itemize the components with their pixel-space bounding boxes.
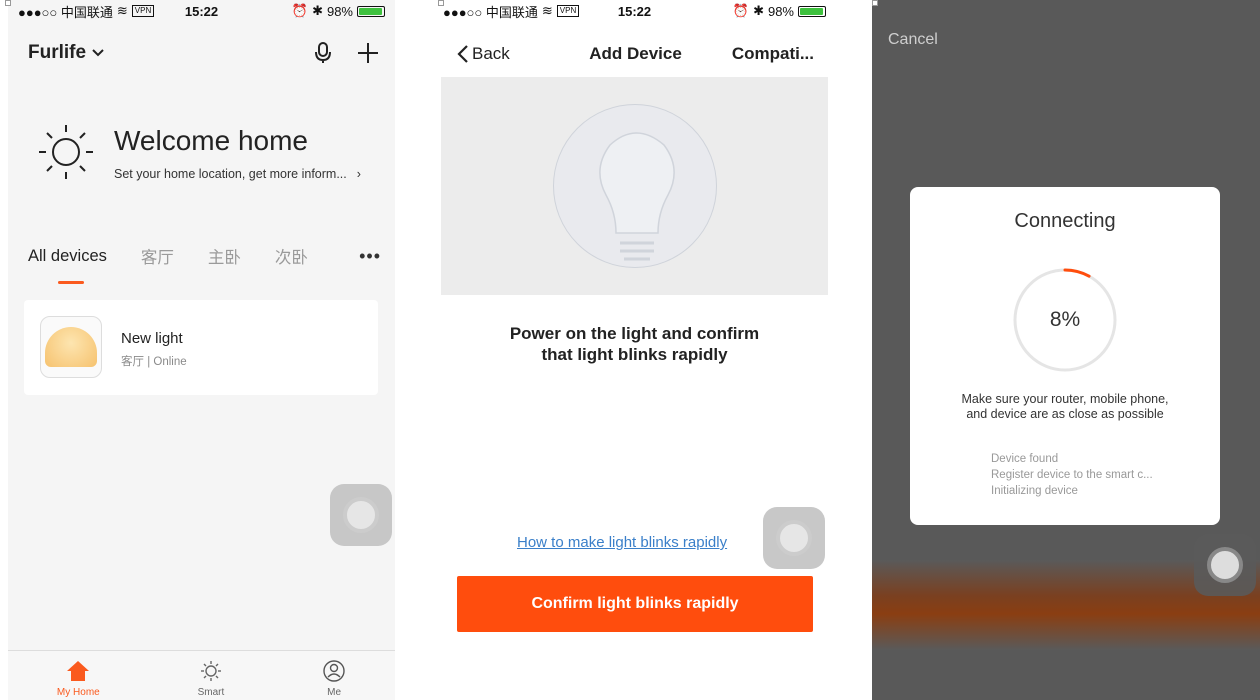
battery-percent: 98% [767,3,794,19]
bottom-nav: My Home Smart Me [8,650,395,700]
wifi-icon: ≋ [541,3,553,18]
nav-label: Me [327,687,342,698]
step-item: Device found [991,453,1059,465]
progress-percent: 8% [1049,308,1081,331]
connecting-dialog: Connecting 8% Make sure your router, mob… [910,187,1220,525]
home-header: Furlife [28,42,379,64]
welcome-subtitle: Set your home location, get more inform.… [114,167,347,181]
welcome-banner[interactable]: Welcome home Set your home location, get… [36,122,379,182]
nav-label: Smart [197,687,225,698]
chevron-down-icon [92,49,104,57]
light-illustration [441,77,828,295]
home-name: Furlife [28,42,87,63]
compatible-devices-button[interactable]: Compati... [732,44,814,64]
status-bar: ●●●○○ 中国联通 ≋ VPN 15:22 ⏰ ✱ 98% [8,0,395,22]
nav-me[interactable]: Me [322,660,346,698]
assistive-touch-button[interactable] [763,507,825,569]
device-room: 客厅 [121,356,144,368]
light-bulb-icon [598,132,675,261]
welcome-title: Welcome home [114,125,309,156]
user-icon [323,660,345,682]
assistive-touch-button[interactable] [330,484,392,546]
connecting-screen: Cancel Connecting 8% Make sure your rout… [872,0,1260,700]
battery-icon [798,5,826,17]
vpn-badge: VPN [556,5,580,17]
tab-master-bedroom[interactable]: 主卧 [208,244,241,268]
sun-icon [200,661,221,681]
battery-percent: 98% [326,3,353,19]
carrier-label: ●●●○○ 中国联通 [443,4,538,20]
bluetooth-icon: ✱ [312,3,323,18]
back-button[interactable]: Back [457,44,510,64]
confirm-button[interactable]: Confirm light blinks rapidly [457,576,813,632]
step-item: Initializing device [991,485,1078,497]
corner-marker [872,0,878,6]
vpn-badge: VPN [131,5,155,17]
more-tabs-button[interactable]: ••• [359,246,381,267]
alarm-icon: ⏰ [732,3,750,18]
chevron-left-icon [457,45,468,63]
navigation-bar: Back Add Device Compati... [457,44,814,64]
alarm-icon: ⏰ [291,3,309,18]
chevron-right-icon: › [356,167,361,181]
battery-icon [357,5,385,17]
home-screen: ●●●○○ 中国联通 ≋ VPN 15:22 ⏰ ✱ 98% Furlife Wel… [8,0,395,700]
step-item: Register device to the smart c... [991,469,1153,481]
bluetooth-icon: ✱ [753,3,764,18]
how-to-link[interactable]: How to make light blinks rapidly [517,534,727,551]
corner-marker [438,0,444,6]
room-tabs: All devices 客厅 主卧 次卧 ••• [28,244,381,284]
device-name: New light [121,330,183,347]
add-icon[interactable] [357,42,379,64]
back-label: Back [472,44,510,63]
connection-steps: Device found Register device to the smar… [991,451,1153,499]
nav-label: My Home [56,687,100,698]
assistive-touch-button[interactable] [1194,534,1256,596]
microphone-icon[interactable] [315,42,331,64]
tab-second-bedroom[interactable]: 次卧 [275,244,308,268]
instruction-text: Power on the light and confirm that ligh… [509,324,760,364]
device-status: Online [153,356,187,368]
cancel-button[interactable]: Cancel [888,31,938,49]
device-card[interactable]: New light 客厅 | Online [24,300,378,395]
corner-marker [5,0,11,6]
sun-icon [39,125,93,179]
home-icon [67,661,90,681]
status-bar: ●●●○○ 中国联通 ≋ VPN 15:22 ⏰ ✱ 98% [433,0,836,22]
wifi-icon: ≋ [116,3,128,18]
carrier-label: ●●●○○ 中国联通 [18,4,113,20]
tab-living-room[interactable]: 客厅 [141,244,174,268]
light-thumbnail [40,316,102,378]
nav-my-home[interactable]: My Home [57,660,100,698]
home-selector[interactable]: Furlife [28,42,104,64]
tab-all-devices[interactable]: All devices [28,247,107,284]
bulb-circle [552,104,717,268]
nav-smart[interactable]: Smart [197,660,225,698]
proximity-hint: Make sure your router, mobile phone, and… [961,392,1169,421]
add-device-screen: ●●●○○ 中国联通 ≋ VPN 15:22 ⏰ ✱ 98% Back Add De… [433,0,836,700]
dialog-title: Connecting [1014,210,1116,232]
